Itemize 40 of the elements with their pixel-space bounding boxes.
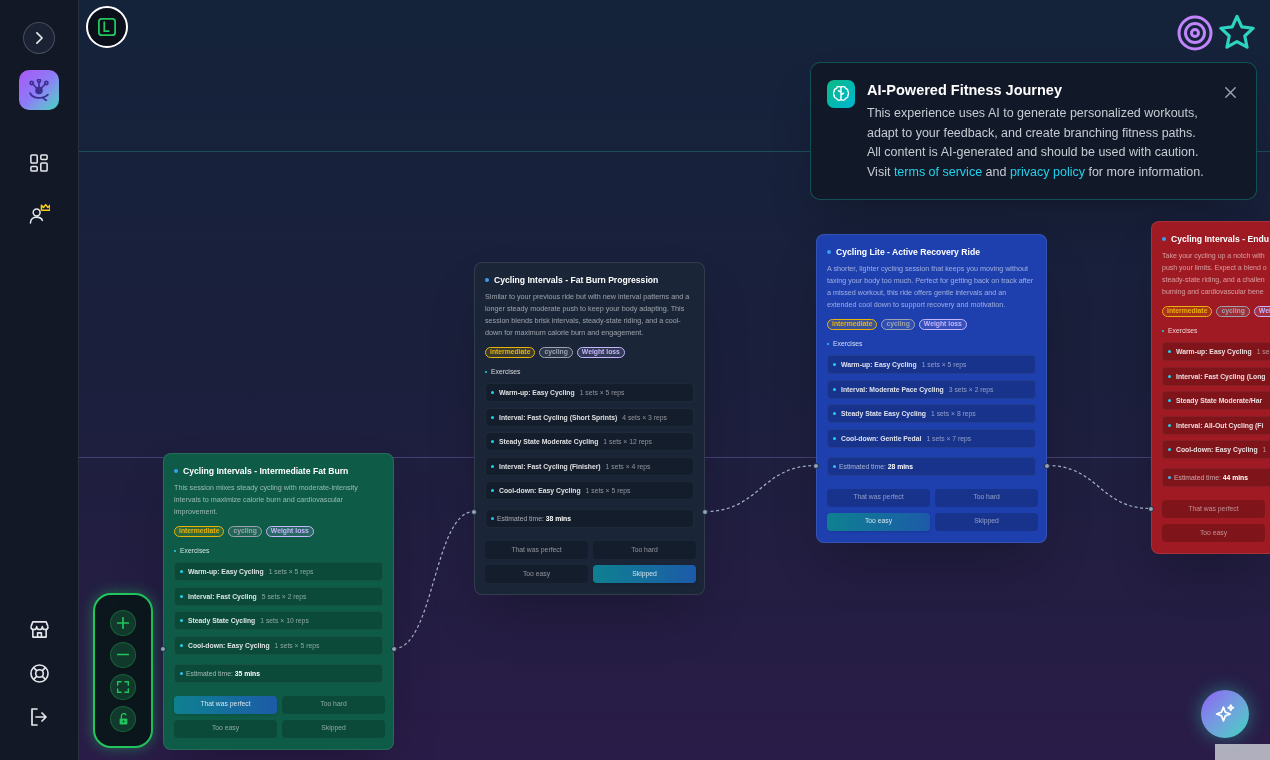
card-title: Cycling Intervals - Endu — [1171, 233, 1269, 245]
app-logo-icon — [19, 70, 59, 110]
connection-handle[interactable] — [1148, 505, 1154, 512]
brain-icon — [827, 80, 855, 108]
attribution-strip — [1215, 744, 1270, 760]
store-icon[interactable] — [29, 620, 49, 639]
inline-link[interactable]: privacy policy — [1009, 164, 1085, 179]
user-crown-icon[interactable] — [28, 203, 50, 224]
dashboard-icon[interactable] — [30, 154, 48, 172]
card-title: Cycling Lite - Active Recovery Ride — [836, 246, 980, 258]
fit-view-icon — [117, 680, 129, 693]
close-icon[interactable] — [1225, 87, 1236, 98]
target-icon[interactable] — [1177, 15, 1213, 51]
ai-assistant-button[interactable] — [1201, 690, 1249, 738]
notice-text: This experience uses AI to generate personalized workouts, adapt to your feedback, and create branching fitness paths. All content is AI-generated and should be used with caution. Visit terms of service and privacy policy for more information. — [867, 105, 1205, 181]
logout-icon[interactable] — [30, 708, 48, 726]
connection-handle[interactable] — [391, 645, 397, 652]
connection-handle[interactable] — [813, 462, 819, 469]
panel-toggle-button[interactable] — [86, 6, 128, 48]
minus-icon — [117, 653, 129, 656]
chevron-right-icon — [35, 32, 43, 44]
lock-toggle-button[interactable] — [110, 705, 136, 732]
notice-title: AI-Powered Fitness Journey — [867, 81, 1063, 100]
connection-handle[interactable] — [471, 508, 477, 515]
inline-link[interactable]: terms of service — [893, 164, 983, 179]
fit-view-button[interactable] — [110, 673, 136, 700]
zoom-out-button[interactable] — [110, 641, 136, 668]
expand-sidebar-button[interactable] — [23, 22, 55, 54]
zoom-in-button[interactable] — [110, 609, 136, 636]
layout-icon — [98, 18, 116, 36]
lifebuoy-icon[interactable] — [29, 664, 49, 683]
connection-handle[interactable] — [1044, 462, 1050, 469]
card-title: Cycling Intervals - Fat Burn Progression — [494, 274, 659, 286]
plus-icon — [117, 616, 129, 629]
star-icon[interactable] — [1218, 14, 1256, 52]
connection-handle[interactable] — [702, 508, 708, 515]
card-title: Cycling Intervals - Intermediate Fat Burn — [183, 465, 349, 477]
unlock-icon — [117, 712, 129, 725]
connection-handle[interactable] — [160, 645, 166, 652]
sparkle-icon — [1215, 704, 1235, 724]
